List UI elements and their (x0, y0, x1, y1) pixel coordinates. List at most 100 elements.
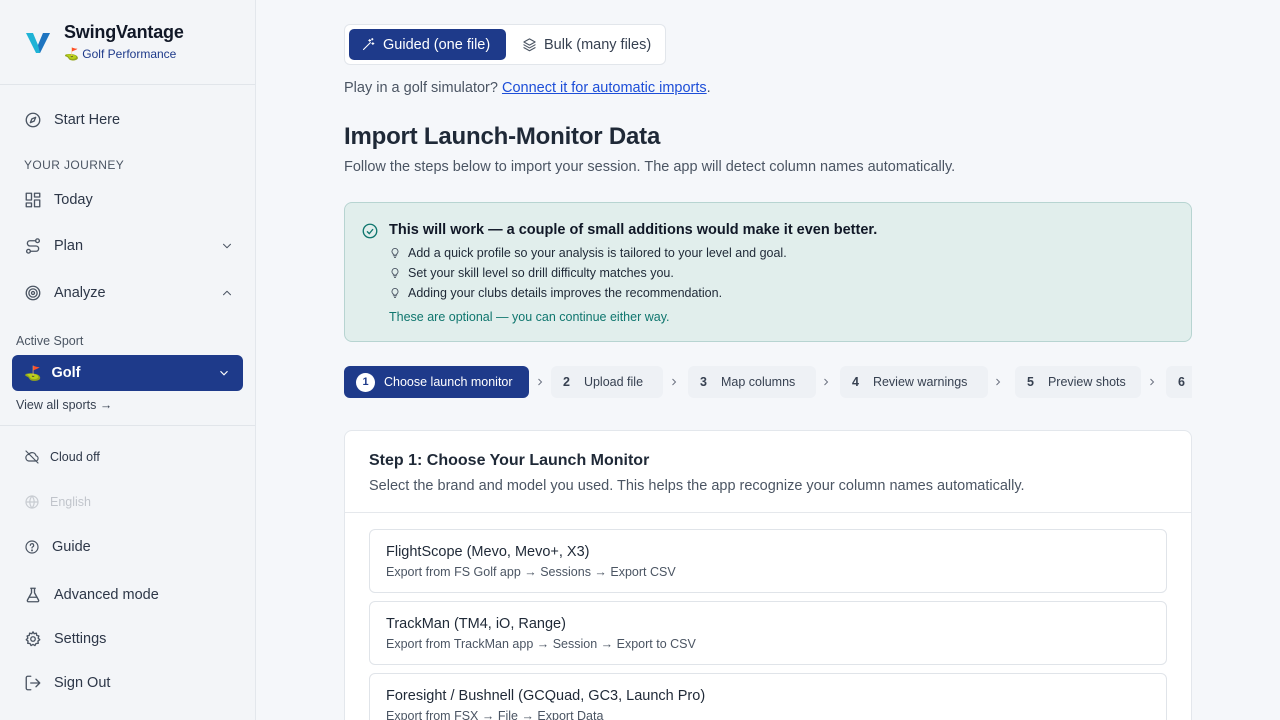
active-sport-label: Active Sport (16, 334, 84, 348)
notice-tip: Adding your clubs details improves the r… (389, 286, 722, 300)
step-number: 3 (700, 375, 707, 389)
target-icon (25, 285, 41, 301)
active-sport-name: Golf (51, 365, 81, 381)
notice-tip-text: Adding your clubs details improves the r… (408, 286, 723, 300)
active-sport-selector[interactable]: ⛳ Golf (12, 355, 243, 391)
lightbulb-icon (391, 268, 399, 278)
launch-monitor-option-foresight[interactable]: Foresight / Bushnell (GCQuad, GC3, Launc… (369, 673, 1167, 720)
cloud-off-icon (25, 450, 39, 464)
nav-plan[interactable]: Plan (24, 237, 234, 255)
gear-icon (25, 631, 41, 647)
nav-sign-out-label: Sign Out (54, 675, 111, 691)
section-label-journey: YOUR JOURNEY (24, 158, 125, 172)
brand-subtitle: ⛳ Golf Performance (64, 47, 184, 61)
brand-logo-icon (26, 33, 50, 53)
step-3-map-columns[interactable]: 3 Map columns (688, 366, 816, 398)
notice-tip: Set your skill level so drill difficulty… (389, 266, 674, 280)
cloud-status[interactable]: Cloud off (24, 449, 234, 465)
nav-analyze[interactable]: Analyze (24, 284, 234, 302)
step-5-preview-shots[interactable]: 5 Preview shots (1015, 366, 1141, 398)
brand-subtitle-text: Golf Performance (82, 47, 177, 61)
view-all-sports-link[interactable]: View all sports → (16, 398, 112, 412)
step-1-title: Step 1: Choose Your Launch Monitor (369, 452, 650, 469)
golf-flag-icon: ⛳ (64, 47, 79, 61)
sidebar: SwingVantage ⛳ Golf Performance Start He… (0, 0, 256, 720)
option-name: FlightScope (Mevo, Mevo+, X3) (386, 544, 590, 560)
launch-monitor-option-trackman[interactable]: TrackMan (TM4, iO, Range) Export from Tr… (369, 601, 1167, 665)
language-selector[interactable]: English (24, 494, 234, 510)
route-icon (25, 238, 41, 254)
option-export-path: Export from TrackMan app → Session → Exp… (386, 637, 696, 651)
chevron-right-icon (824, 378, 829, 386)
page-title: Import Launch-Monitor Data (344, 123, 661, 150)
mode-guided-label: Guided (one file) (383, 36, 491, 53)
mode-guided-button[interactable]: Guided (one file) (349, 29, 506, 60)
compass-icon (25, 112, 41, 128)
step-4-review-warnings[interactable]: 4 Review warnings (840, 366, 988, 398)
step-2-upload-file[interactable]: 2 Upload file (551, 366, 663, 398)
layers-icon (523, 38, 536, 52)
language-label: English (50, 495, 91, 509)
grid-icon (25, 192, 41, 208)
divider (0, 84, 255, 85)
lightbulb-icon (391, 288, 399, 298)
step-label: Upload file (583, 375, 644, 389)
step-number: 1 (356, 372, 375, 392)
notice-tip-text: Add a quick profile so your analysis is … (408, 246, 787, 260)
flask-icon (26, 587, 40, 603)
brand-name: SwingVantage (64, 22, 184, 42)
notice-title: This will work — a couple of small addit… (389, 222, 878, 238)
chevron-right-icon (538, 378, 543, 386)
simulator-prompt-text: Play in a golf simulator? (344, 80, 502, 96)
step-label: Review warnings (872, 375, 968, 389)
notice-tip-text: Set your skill level so drill difficulty… (408, 266, 674, 280)
globe-icon (25, 495, 39, 509)
import-mode-toggle: Guided (one file) Bulk (many files) (344, 24, 666, 65)
notice-footer: These are optional — you can continue ei… (389, 310, 670, 324)
chevron-down-icon (220, 370, 228, 376)
divider (345, 512, 1191, 513)
chevron-right-icon (672, 378, 677, 386)
step-1-choose-launch-monitor[interactable]: 1 Choose launch monitor (344, 366, 529, 398)
chevron-right-icon (1150, 378, 1155, 386)
mode-bulk-button[interactable]: Bulk (many files) (510, 29, 663, 60)
nav-today[interactable]: Today (24, 191, 234, 209)
divider (0, 425, 255, 426)
chevron-down-icon[interactable] (220, 239, 234, 253)
nav-today-label: Today (54, 192, 93, 208)
golf-flag-icon: ⛳ (24, 364, 42, 381)
chevron-up-icon[interactable] (220, 286, 234, 300)
nav-analyze-label: Analyze (54, 285, 106, 301)
nav-advanced-mode-label: Advanced mode (54, 587, 159, 603)
step-label: Choose launch monitor (384, 375, 513, 389)
nav-start-here[interactable]: Start Here (24, 111, 234, 129)
step-label: Map columns (720, 375, 796, 389)
import-stepper: 1 Choose launch monitor 2 Upload file 3 … (344, 366, 1192, 398)
step-number: 5 (1027, 375, 1034, 389)
nav-sign-out[interactable]: Sign Out (24, 674, 234, 692)
nav-settings-label: Settings (54, 631, 107, 647)
brand[interactable]: SwingVantage ⛳ Golf Performance (24, 22, 184, 61)
option-name: Foresight / Bushnell (GCQuad, GC3, Launc… (386, 688, 706, 704)
nav-advanced-mode[interactable]: Advanced mode (24, 586, 234, 604)
step-6[interactable]: 6 (1166, 366, 1192, 398)
help-circle-icon (25, 540, 39, 554)
lightbulb-icon (391, 248, 399, 258)
cloud-status-label: Cloud off (50, 450, 100, 464)
step-number: 2 (563, 375, 570, 389)
magic-wand-icon (362, 38, 375, 51)
option-export-path: Export from FSX → File → Export Data (386, 709, 604, 720)
readiness-notice: This will work — a couple of small addit… (344, 202, 1192, 342)
mode-bulk-label: Bulk (many files) (544, 36, 652, 53)
launch-monitor-option-flightscope[interactable]: FlightScope (Mevo, Mevo+, X3) Export fro… (369, 529, 1167, 593)
page-description: Follow the steps below to import your se… (344, 159, 956, 175)
nav-start-here-label: Start Here (54, 112, 121, 128)
chevron-right-icon (996, 378, 1001, 386)
option-export-path: Export from FS Golf app → Sessions → Exp… (386, 565, 676, 579)
nav-guide[interactable]: Guide (24, 539, 234, 555)
main-content: Guided (one file) Bulk (many files) Play… (256, 0, 1280, 720)
nav-settings[interactable]: Settings (24, 630, 234, 648)
log-out-icon (25, 675, 41, 691)
connect-simulator-link[interactable]: Connect it for automatic imports (502, 80, 707, 96)
notice-tip: Add a quick profile so your analysis is … (389, 246, 787, 260)
